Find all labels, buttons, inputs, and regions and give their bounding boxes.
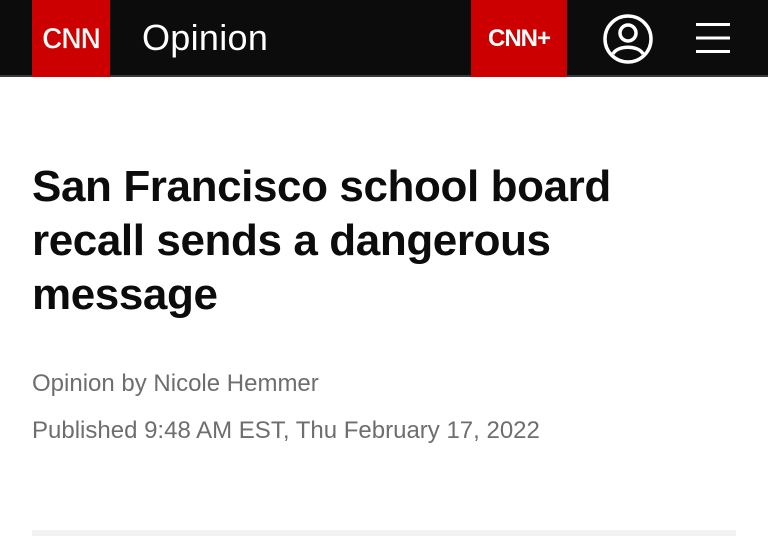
cnn-plus-label: CNN+ [487, 24, 551, 52]
menu-button[interactable] [694, 20, 732, 56]
article-published-timestamp: Published 9:48 AM EST, Thu February 17, … [32, 417, 540, 444]
account-circle-icon [603, 14, 653, 64]
cnn-logo-text: CNN [42, 21, 101, 55]
content-divider [32, 530, 736, 536]
article-headline: San Francisco school board recall sends … [32, 162, 611, 319]
top-navigation-bar: CNN Opinion CNN+ [0, 0, 768, 77]
article-byline: Opinion by Nicole Hemmer [32, 370, 319, 397]
hamburger-menu-icon [696, 23, 730, 53]
cnn-logo[interactable]: CNN [32, 0, 110, 77]
section-title[interactable]: Opinion [142, 14, 268, 62]
account-button[interactable] [602, 13, 654, 65]
cnn-plus-button[interactable]: CNN+ [471, 0, 567, 77]
